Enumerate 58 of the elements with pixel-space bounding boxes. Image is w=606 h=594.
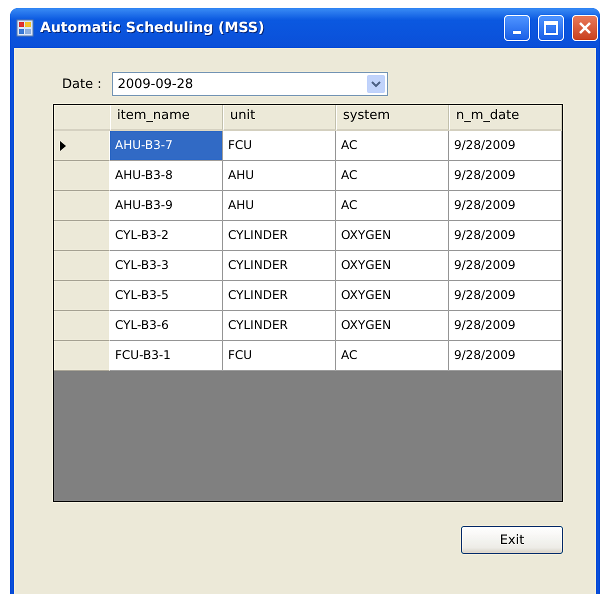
- row-header[interactable]: [54, 281, 110, 311]
- table-cell[interactable]: CYL-B3-2: [110, 221, 223, 251]
- row-header[interactable]: [54, 161, 110, 191]
- column-header[interactable]: system: [336, 105, 449, 131]
- table-cell[interactable]: 9/28/2009: [449, 221, 562, 251]
- table-cell[interactable]: AHU-B3-8: [110, 161, 223, 191]
- date-dropdown[interactable]: 2009-09-28: [112, 72, 388, 96]
- table-cell[interactable]: AC: [336, 161, 449, 191]
- close-button[interactable]: [572, 15, 598, 41]
- table-cell[interactable]: OXYGEN: [336, 221, 449, 251]
- chevron-down-icon: [366, 75, 385, 93]
- table-cell[interactable]: FCU-B3-1: [110, 341, 223, 371]
- row-header[interactable]: [54, 341, 110, 371]
- maximize-button[interactable]: [538, 15, 564, 41]
- table-cell[interactable]: CYLINDER: [223, 281, 336, 311]
- table-cell[interactable]: 9/28/2009: [449, 341, 562, 371]
- table-cell[interactable]: CYLINDER: [223, 311, 336, 341]
- row-header[interactable]: [54, 131, 110, 161]
- close-icon: [578, 21, 592, 35]
- row-header[interactable]: [54, 221, 110, 251]
- table-cell[interactable]: AC: [336, 191, 449, 221]
- table-cell[interactable]: AHU: [223, 161, 336, 191]
- table-cell[interactable]: 9/28/2009: [449, 131, 562, 161]
- table-cell[interactable]: 9/28/2009: [449, 251, 562, 281]
- column-header[interactable]: unit: [223, 105, 336, 131]
- table-cell[interactable]: AHU-B3-7: [110, 131, 223, 161]
- table-cell[interactable]: CYLINDER: [223, 221, 336, 251]
- table-cell[interactable]: AC: [336, 341, 449, 371]
- window-title: Automatic Scheduling (MSS): [40, 20, 266, 36]
- table-cell[interactable]: OXYGEN: [336, 281, 449, 311]
- row-header[interactable]: [54, 191, 110, 221]
- row-header[interactable]: [54, 311, 110, 341]
- table-cell[interactable]: OXYGEN: [336, 311, 449, 341]
- table-cell[interactable]: AHU: [223, 191, 336, 221]
- minimize-button[interactable]: [504, 15, 530, 41]
- table-cell[interactable]: CYL-B3-5: [110, 281, 223, 311]
- app-icon: [16, 19, 34, 37]
- table-cell[interactable]: AHU-B3-9: [110, 191, 223, 221]
- header-corner: [54, 105, 110, 131]
- column-header[interactable]: n_m_date: [449, 105, 562, 131]
- row-header[interactable]: [54, 251, 110, 281]
- table-cell[interactable]: 9/28/2009: [449, 161, 562, 191]
- table-cell[interactable]: 9/28/2009: [449, 311, 562, 341]
- table-cell[interactable]: CYL-B3-6: [110, 311, 223, 341]
- table-cell[interactable]: OXYGEN: [336, 251, 449, 281]
- minimize-icon: [513, 30, 521, 34]
- table-cell[interactable]: 9/28/2009: [449, 191, 562, 221]
- date-label: Date :: [62, 76, 102, 92]
- table-cell[interactable]: AC: [336, 131, 449, 161]
- column-header[interactable]: item_name: [110, 105, 223, 131]
- exit-button[interactable]: Exit: [461, 526, 563, 554]
- table-cell[interactable]: FCU: [223, 131, 336, 161]
- table-cell[interactable]: CYLINDER: [223, 251, 336, 281]
- table-cell[interactable]: FCU: [223, 341, 336, 371]
- current-row-icon: [60, 140, 66, 150]
- table-cell[interactable]: CYL-B3-3: [110, 251, 223, 281]
- table-cell[interactable]: 9/28/2009: [449, 281, 562, 311]
- maximize-icon: [544, 21, 558, 35]
